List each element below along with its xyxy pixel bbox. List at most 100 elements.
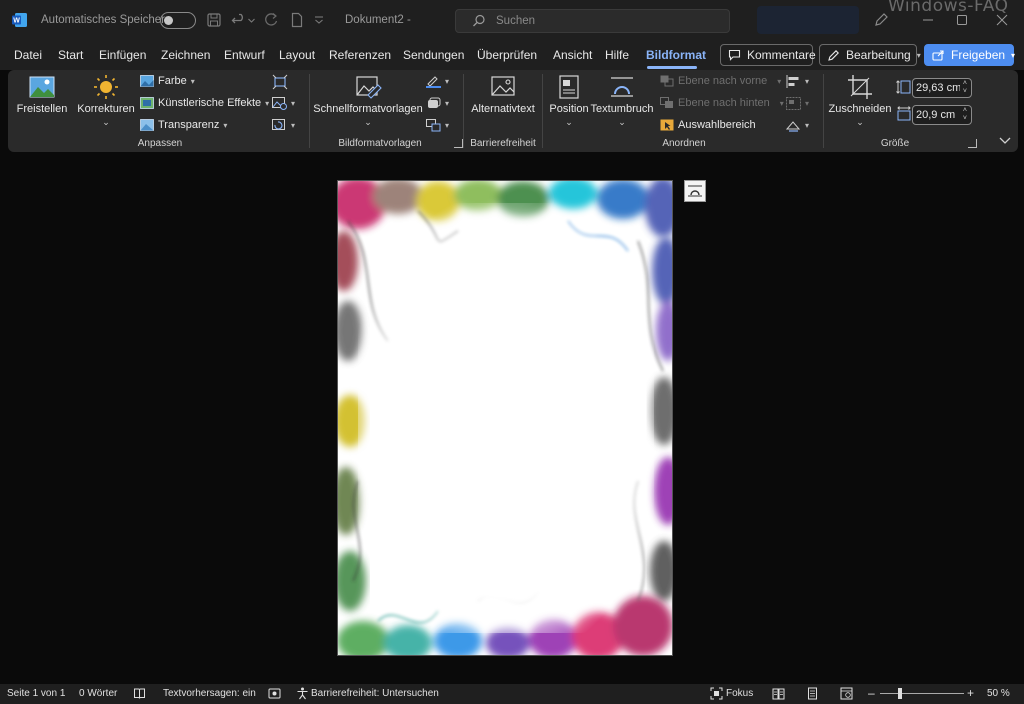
redo-icon[interactable]	[263, 12, 279, 28]
document-title[interactable]: Dokument2 -	[345, 14, 411, 26]
editing-mode-button[interactable]: Bearbeitung ▾	[819, 44, 921, 66]
reset-picture-button[interactable]: ▾	[272, 119, 295, 132]
print-layout-icon[interactable]	[806, 687, 819, 700]
zoom-level[interactable]: 50 %	[987, 688, 1010, 699]
new-document-icon[interactable]	[289, 12, 305, 28]
tab-zeichnen[interactable]: Zeichnen	[161, 48, 210, 62]
group-label-groesse: Größe	[880, 138, 910, 149]
tab-sendungen[interactable]: Sendungen	[403, 48, 464, 62]
tab-referenzen[interactable]: Referenzen	[329, 48, 391, 62]
artistic-effects-button[interactable]: Künstlerische Effekte ▾	[140, 97, 269, 109]
chevron-down-icon: ⌄	[102, 117, 110, 127]
dialog-launcher-icon[interactable]	[968, 139, 977, 148]
save-icon[interactable]	[206, 12, 222, 28]
tab-ueberpruefen[interactable]: Überprüfen	[477, 48, 537, 62]
group-label-barrierefreiheit: Barrierefreiheit	[470, 138, 536, 149]
compress-pictures-icon[interactable]	[272, 74, 288, 90]
proofing-book-icon[interactable]	[133, 687, 146, 700]
chevron-down-icon: ▾	[779, 98, 784, 108]
ribbon-separator	[463, 74, 464, 148]
quick-styles-icon	[356, 76, 382, 99]
tab-einfuegen[interactable]: Einfügen	[99, 48, 146, 62]
zoom-in-button[interactable]: +	[967, 686, 974, 700]
send-backward-button[interactable]: Ebene nach hinten ▾	[660, 97, 784, 109]
smoke-border-picture[interactable]	[338, 181, 673, 656]
picture-layout-button[interactable]: ▾	[426, 119, 449, 132]
word-logo-icon: W	[12, 13, 27, 27]
corrections-label: Korrekturen	[77, 103, 135, 115]
picture-border-button[interactable]: ▾	[426, 75, 449, 88]
shape-width-icon	[897, 106, 911, 121]
tab-datei[interactable]: Datei	[14, 48, 42, 62]
page-count[interactable]: Seite 1 von 1	[7, 688, 65, 699]
close-icon[interactable]	[992, 10, 1012, 30]
tab-start[interactable]: Start	[58, 48, 83, 62]
corrections-button[interactable]: Korrekturen ⌄	[77, 74, 135, 128]
color-button[interactable]: Farbe ▾	[140, 75, 195, 87]
account-area[interactable]	[757, 6, 859, 34]
position-button[interactable]: Position ⌄	[548, 74, 590, 128]
ribbon-separator	[823, 74, 824, 148]
focus-mode-button[interactable]: Fokus	[726, 688, 753, 699]
chevron-down-icon: ⌄	[565, 117, 573, 127]
status-bar: Seite 1 von 1 0 Wörter Textvorhersagen: …	[0, 684, 1024, 704]
color-label: Farbe	[158, 75, 187, 87]
remove-background-button[interactable]: Freistellen	[17, 74, 67, 115]
bring-forward-button[interactable]: Ebene nach vorne ▾	[660, 75, 781, 87]
height-spinner[interactable]: ˄˅	[912, 78, 972, 98]
web-layout-icon[interactable]	[840, 687, 853, 700]
transparency-button[interactable]: Transparenz ▾	[140, 119, 227, 131]
customize-toolbar-icon[interactable]	[313, 12, 325, 28]
chevron-down-icon: ▾	[1011, 50, 1016, 60]
picture-effects-button[interactable]: ▾	[426, 97, 449, 110]
crop-label: Zuschneiden	[828, 103, 892, 115]
collapse-ribbon-icon[interactable]	[997, 132, 1013, 148]
tab-layout[interactable]: Layout	[279, 48, 315, 62]
spinner-arrows-icon[interactable]: ˄ ˅	[963, 107, 967, 123]
maximize-icon[interactable]	[952, 10, 972, 30]
share-button[interactable]: Freigeben ▾	[924, 44, 1016, 66]
undo-icon[interactable]	[231, 12, 247, 28]
crop-button[interactable]: Zuschneiden ⌄	[828, 74, 892, 128]
document-page[interactable]	[337, 180, 673, 656]
autosave-toggle[interactable]	[160, 12, 196, 29]
macro-record-icon[interactable]	[268, 687, 281, 700]
change-picture-button[interactable]: ▾	[272, 97, 295, 110]
zoom-out-button[interactable]: –	[868, 686, 875, 700]
ribbon-separator	[542, 74, 543, 148]
height-input[interactable]	[916, 81, 960, 95]
selection-pane-icon	[660, 119, 674, 131]
search-input[interactable]	[496, 13, 716, 29]
layout-options-icon	[688, 185, 702, 197]
comments-button[interactable]: Kommentare	[720, 44, 816, 66]
text-predictions-status[interactable]: Textvorhersagen: ein	[163, 688, 256, 699]
selection-pane-button[interactable]: Auswahlbereich	[660, 119, 756, 131]
align-button[interactable]: ▾	[786, 75, 809, 88]
tab-entwurf[interactable]: Entwurf	[224, 48, 265, 62]
tab-hilfe[interactable]: Hilfe	[605, 48, 629, 62]
tab-bildformat[interactable]: Bildformat	[646, 48, 706, 62]
autosave-label: Automatisches Speichern	[41, 14, 172, 26]
accessibility-status[interactable]: Barrierefreiheit: Untersuchen	[311, 688, 439, 699]
undo-dropdown-icon[interactable]	[247, 12, 256, 28]
layout-options-button[interactable]	[684, 180, 706, 202]
quick-styles-button[interactable]: Schnellformatvorlagen ⌄	[313, 74, 423, 128]
minimize-icon[interactable]	[918, 10, 938, 30]
search-box[interactable]	[455, 9, 730, 33]
zoom-slider-thumb[interactable]	[898, 688, 902, 699]
width-input[interactable]	[916, 108, 960, 122]
comment-icon	[728, 49, 741, 61]
spinner-arrows-icon[interactable]: ˄ ˅	[963, 80, 967, 96]
group-objects-button[interactable]: ▾	[786, 97, 809, 110]
zoom-slider-track[interactable]	[880, 693, 964, 694]
alt-text-button[interactable]: Alternativtext	[470, 74, 536, 115]
tab-ansicht[interactable]: Ansicht	[553, 48, 592, 62]
rotate-button[interactable]: ▾	[786, 119, 809, 132]
width-spinner[interactable]: ˄˅	[912, 105, 972, 125]
bring-forward-icon	[660, 75, 674, 87]
read-mode-icon[interactable]	[772, 687, 785, 700]
word-count[interactable]: 0 Wörter	[79, 688, 117, 699]
text-wrapping-button[interactable]: Textumbruch ⌄	[591, 74, 654, 128]
dialog-launcher-icon[interactable]	[454, 139, 463, 148]
align-icon	[786, 75, 799, 88]
